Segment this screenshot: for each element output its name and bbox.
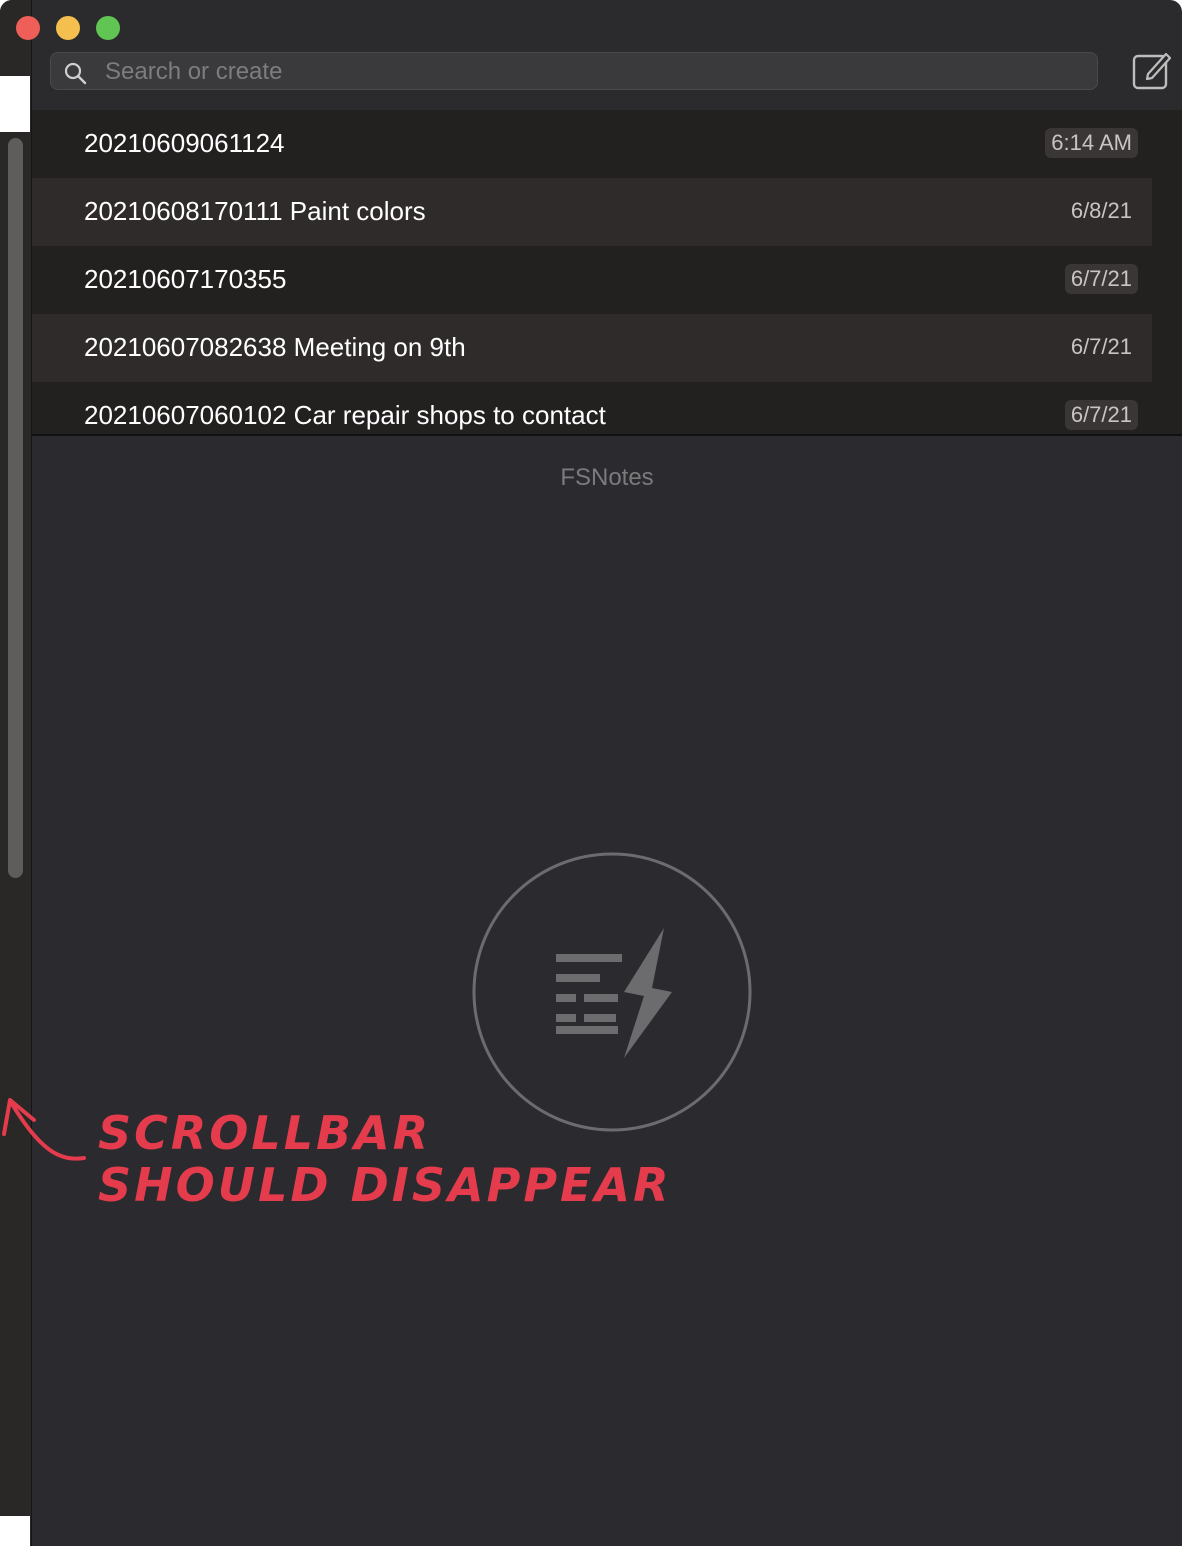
note-date: 6/7/21 — [1064, 400, 1138, 430]
annotation-text: SCROLLBAR — [98, 1106, 432, 1160]
editor-pane: FSNotes — [32, 436, 1182, 1546]
note-row[interactable]: 20210609061124 6:14 AM — [32, 110, 1152, 178]
minimize-window-button[interactable] — [56, 16, 80, 40]
sidebar — [0, 0, 32, 1546]
note-row[interactable]: 20210608170111 Paint colors 6/8/21 — [32, 178, 1152, 246]
search-field[interactable] — [50, 52, 1098, 91]
sidebar-white-patch-top — [0, 76, 30, 132]
sidebar-white-patch-bottom — [0, 1516, 30, 1546]
note-title: 20210607060102 Car repair shops to conta… — [84, 400, 606, 430]
sidebar-scrollbar-thumb[interactable] — [8, 138, 23, 878]
search-icon — [64, 62, 87, 85]
note-title: 20210607170355 — [84, 264, 287, 294]
note-date: 6/8/21 — [1070, 198, 1132, 223]
note-title: 20210608170111 Paint colors — [84, 196, 426, 226]
new-note-icon[interactable] — [1130, 48, 1174, 92]
zoom-window-button[interactable] — [96, 16, 120, 40]
note-date: 6:14 AM — [1045, 128, 1138, 158]
note-row[interactable]: 20210607082638 Meeting on 9th 6/7/21 — [32, 314, 1152, 382]
close-window-button[interactable] — [16, 16, 40, 40]
note-row[interactable]: 20210607170355 6/7/21 — [32, 246, 1152, 314]
search-input[interactable] — [103, 53, 1087, 91]
note-date: 6/7/21 — [1070, 334, 1132, 359]
note-row[interactable]: 20210607060102 Car repair shops to conta… — [32, 382, 1152, 434]
note-title: 20210607082638 Meeting on 9th — [84, 332, 466, 362]
note-date: 6/7/21 — [1064, 264, 1138, 294]
note-title: 20210609061124 — [84, 128, 285, 158]
annotation-text: SHOULD DISAPPEAR — [98, 1158, 672, 1212]
editor-empty-title: FSNotes — [560, 464, 654, 491]
notes-list: 20210609061124 6:14 AM 20210608170111 Pa… — [32, 110, 1182, 434]
app-window: 20210609061124 6:14 AM 20210608170111 Pa… — [0, 0, 1182, 1546]
